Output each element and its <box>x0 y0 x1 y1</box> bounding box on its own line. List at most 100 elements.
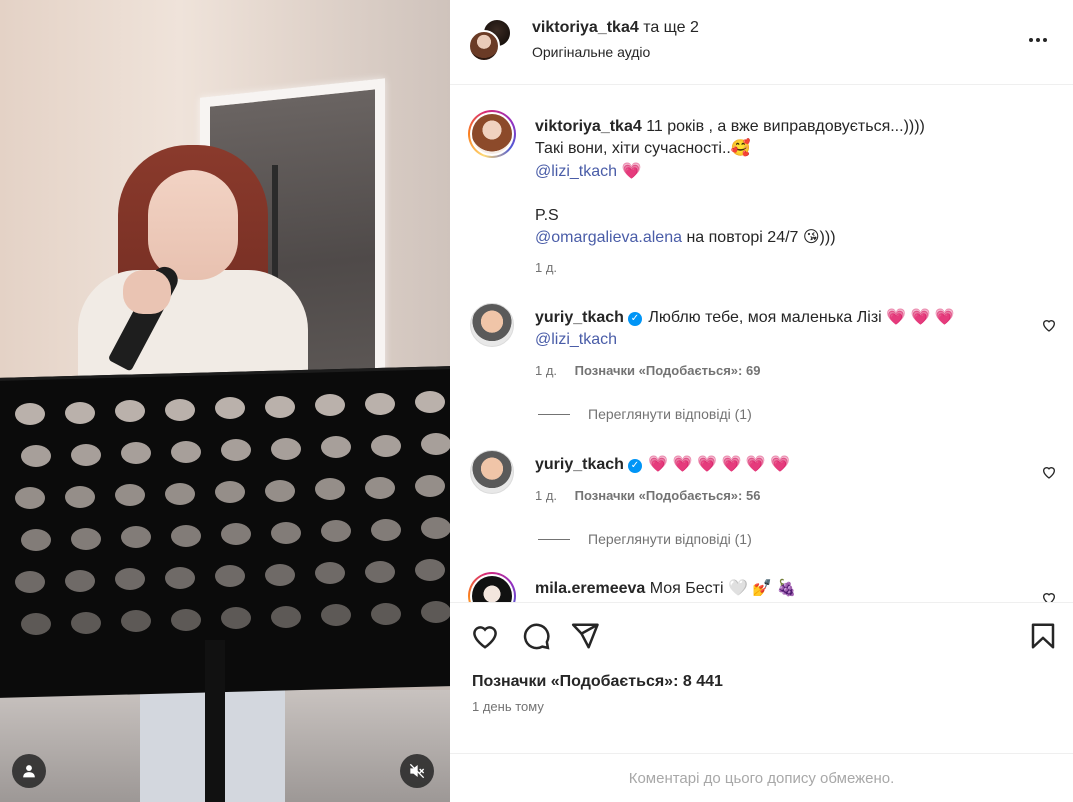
more-dot <box>1043 38 1047 42</box>
stand-hole <box>315 562 345 584</box>
mute-button[interactable] <box>400 754 434 788</box>
stand-hole <box>215 565 245 587</box>
heart-icon[interactable] <box>1041 590 1057 602</box>
post-authors[interactable]: viktoriya_tka4 та ще 2 <box>532 19 699 37</box>
stand-hole <box>115 568 145 590</box>
caption-line: на повторі 24/7 😘))) <box>686 229 836 246</box>
send-icon[interactable] <box>570 621 600 651</box>
view-replies-button[interactable]: Переглянути відповіді (1) <box>538 531 752 547</box>
stand-hole <box>321 604 351 626</box>
stand-hole <box>21 445 51 467</box>
comments-section[interactable]: viktoriya_tka4 11 років , а вже виправдо… <box>450 86 1073 602</box>
likes-count[interactable]: Позначки «Подобається»: 8 441 <box>472 673 723 691</box>
stand-hole <box>15 403 45 425</box>
stand-hole <box>271 605 301 628</box>
avatar[interactable] <box>470 303 514 347</box>
coauthors-link[interactable]: та ще 2 <box>643 19 699 36</box>
view-replies-label: Переглянути відповіді (1) <box>588 406 752 422</box>
comment-likes[interactable]: Позначки «Подобається»: 56 <box>575 488 761 503</box>
comment-username[interactable]: yuriy_tkach <box>535 309 624 326</box>
timestamp[interactable]: 1 д. <box>535 488 557 503</box>
post-media[interactable] <box>0 0 450 802</box>
heart-emoji: 💗 <box>621 161 642 180</box>
stand-hole <box>421 601 450 623</box>
caption-line: P.S <box>535 207 559 224</box>
stand-hole <box>65 485 95 508</box>
stand-hole <box>321 436 351 458</box>
stand-hole <box>421 517 450 539</box>
avatar[interactable] <box>470 450 514 494</box>
avatar-ring-inner <box>470 574 514 602</box>
stand-hole <box>21 613 51 635</box>
stand-hole <box>121 526 151 548</box>
mention-link[interactable]: @lizi_tkach <box>535 163 617 180</box>
timestamp[interactable]: 1 д. <box>535 363 557 378</box>
avatar <box>472 576 512 602</box>
audio-link[interactable]: Оригінальне аудіо <box>532 44 650 60</box>
avatar[interactable] <box>468 30 500 62</box>
stand-hole <box>165 398 195 421</box>
caption-username[interactable]: viktoriya_tka4 <box>535 118 642 135</box>
comment-text: mila.eremeeva Моя Бесті 🤍 💅 🍇 <box>535 578 797 600</box>
coauthor-avatars[interactable] <box>468 18 512 62</box>
view-replies-label: Переглянути відповіді (1) <box>588 531 752 547</box>
mention-link[interactable]: @omargalieva.alena <box>535 229 682 246</box>
stand-hole <box>121 610 151 632</box>
stand-hole <box>71 611 101 634</box>
caption-avatar[interactable] <box>468 110 516 158</box>
stand-hole <box>365 560 395 583</box>
stand-hole <box>265 563 295 586</box>
stand-hole <box>71 443 101 466</box>
comment-icon[interactable] <box>521 621 551 651</box>
stand-hole <box>271 437 301 460</box>
caption-time: 1 д. <box>535 260 557 275</box>
timestamp[interactable]: 1 д. <box>535 260 557 275</box>
comment-username[interactable]: yuriy_tkach <box>535 456 624 473</box>
more-horizontal-icon <box>1029 38 1033 42</box>
post-header: viktoriya_tka4 та ще 2 Оригінальне аудіо <box>450 0 1073 85</box>
avatar[interactable] <box>468 572 516 602</box>
verified-badge-icon: ✓ <box>627 312 642 326</box>
author-username[interactable]: viktoriya_tka4 <box>532 19 639 36</box>
stand-hole <box>315 478 345 500</box>
tagged-users-button[interactable] <box>12 754 46 788</box>
comment-body: Люблю тебе, моя маленька Лізі 💗 💗 💗 <box>648 309 955 326</box>
stand-hole <box>15 571 45 593</box>
stand-hole <box>265 479 295 502</box>
post-timestamp[interactable]: 1 день тому <box>472 699 544 714</box>
caption-line: 11 років , а вже виправдовується...)))) <box>646 118 925 135</box>
caption-line: Такі вони, хіти сучасності..🥰 <box>535 140 751 157</box>
stand-hole <box>65 569 95 592</box>
comments-limited-notice: Коментарі до цього допису обмежено. <box>450 753 1073 802</box>
stand-hole <box>21 529 51 551</box>
stand-hole <box>215 397 245 419</box>
comment-text: yuriy_tkach ✓ 💗 💗 💗 💗 💗 💗 <box>535 454 790 476</box>
caption-text: viktoriya_tka4 11 років , а вже виправдо… <box>535 116 925 249</box>
singer-face <box>148 170 238 280</box>
stand-hole <box>171 440 201 463</box>
post-side-panel: viktoriya_tka4 та ще 2 Оригінальне аудіо… <box>450 0 1073 802</box>
comment-likes[interactable]: Позначки «Подобається»: 69 <box>575 363 761 378</box>
stand-hole <box>365 476 395 499</box>
bookmark-icon[interactable] <box>1028 621 1058 651</box>
stand-hole <box>115 484 145 506</box>
view-replies-button[interactable]: Переглянути відповіді (1) <box>538 406 752 422</box>
comment-username[interactable]: mila.eremeeva <box>535 580 645 597</box>
stand-hole <box>415 559 445 581</box>
heart-icon[interactable] <box>1041 464 1057 480</box>
stand-hole <box>165 482 195 505</box>
comment-meta: 1 д. Позначки «Подобається»: 69 <box>535 363 760 378</box>
stand-hole <box>221 607 251 629</box>
stand-hole <box>115 400 145 422</box>
mention-link[interactable]: @lizi_tkach <box>535 331 617 348</box>
stand-hole <box>221 439 251 461</box>
stand-hole <box>265 395 295 418</box>
heart-icon[interactable] <box>470 621 500 651</box>
more-dot <box>1036 38 1040 42</box>
comment-meta: 1 д. Позначки «Подобається»: 56 <box>535 488 760 503</box>
heart-icon[interactable] <box>1041 317 1057 333</box>
muted-speaker-icon <box>409 763 425 779</box>
stand-hole <box>415 391 445 413</box>
stand-hole <box>371 602 401 625</box>
more-options-button[interactable] <box>1025 30 1051 50</box>
